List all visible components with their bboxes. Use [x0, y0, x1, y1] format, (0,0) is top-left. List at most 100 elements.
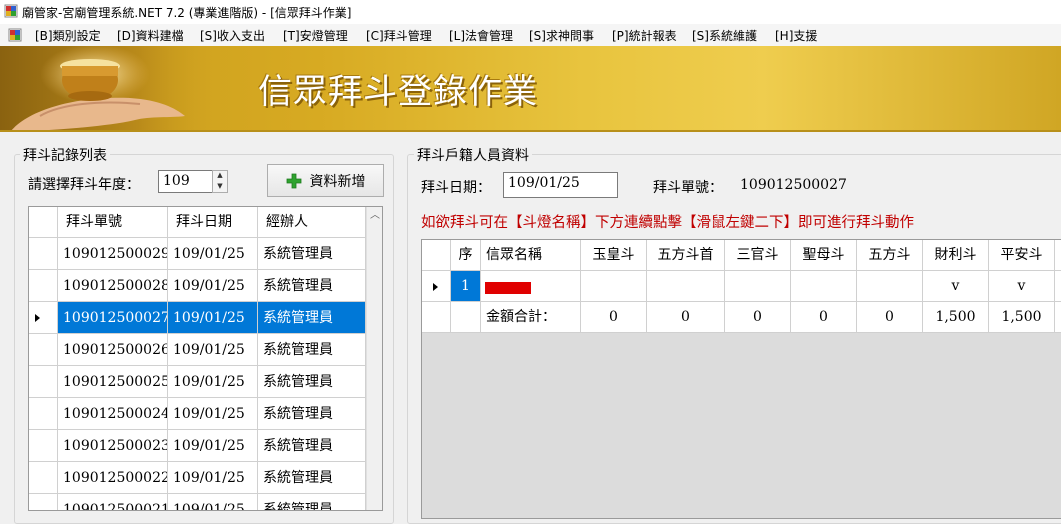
member-name-cell[interactable] [481, 271, 581, 302]
table-cell-handler[interactable]: 系統管理員 [258, 270, 366, 302]
current-row-arrow-icon [35, 314, 40, 322]
table-cell-order-no[interactable]: 109012500022 [58, 462, 168, 494]
menu-system-maintenance[interactable]: [S]系統維護 [692, 27, 757, 44]
table-cell-order-no[interactable]: 109012500029 [58, 238, 168, 270]
current-row-arrow-icon [433, 283, 438, 291]
table-cell-order-no[interactable]: 109012500021 [58, 494, 168, 510]
scroll-up-icon[interactable]: ︿ [367, 207, 382, 224]
vertical-scrollbar[interactable]: ︿ [366, 207, 382, 510]
menu-ceremony-management[interactable]: [L]法會管理 [449, 27, 513, 44]
table-row-header[interactable] [29, 430, 58, 462]
table-cell-date[interactable]: 109/01/25 [168, 334, 258, 366]
mark-cell-pingan[interactable]: v [989, 271, 1055, 302]
menu-data-entry[interactable]: [D]資料建檔 [117, 27, 184, 44]
mark-cell-wufang[interactable] [857, 271, 923, 302]
table-cell-order-no[interactable]: 109012500024 [58, 398, 168, 430]
table-cell-handler[interactable]: 系統管理員 [258, 430, 366, 462]
menu-income-expense[interactable]: [S]收入支出 [200, 27, 265, 44]
mdi-icon[interactable] [8, 28, 22, 42]
table-cell-handler[interactable]: 系統管理員 [258, 494, 366, 510]
table-cell-date[interactable]: 109/01/25 [168, 398, 258, 430]
menu-dou-management[interactable]: [C]拜斗管理 [366, 27, 432, 44]
stepper-down-icon[interactable]: ▼ [213, 182, 227, 193]
total-wufang-head: 0 [647, 302, 725, 333]
table-cell-handler[interactable]: 系統管理員 [258, 366, 366, 398]
seq-cell[interactable]: 1 [451, 271, 481, 302]
table-cell-order-no[interactable]: 109012500023 [58, 430, 168, 462]
table-row-header[interactable] [29, 270, 58, 302]
column-header-overflow [1055, 240, 1061, 271]
table-cell-order-no[interactable]: 109012500027 [58, 302, 168, 334]
mark-cell-sanguan[interactable] [725, 271, 791, 302]
column-header-date[interactable]: 拜斗日期 [168, 207, 258, 238]
row-header-corner [422, 240, 451, 271]
header-banner: 信眾拜斗登錄作業 [0, 46, 1061, 132]
column-header-wufang-head[interactable]: 五方斗首 [647, 240, 725, 271]
table-cell-order-no[interactable]: 109012500028 [58, 270, 168, 302]
mark-cell-yuhuang[interactable] [581, 271, 647, 302]
table-cell-handler[interactable]: 系統管理員 [258, 462, 366, 494]
menu-lamp-management[interactable]: [T]安燈管理 [283, 27, 348, 44]
table-cell-order-no[interactable]: 109012500026 [58, 334, 168, 366]
column-header-member-name[interactable]: 信眾名稱 [481, 240, 581, 271]
menu-divination[interactable]: [S]求神問事 [529, 27, 594, 44]
offering-photo [0, 46, 230, 130]
table-cell-date[interactable]: 109/01/25 [168, 302, 258, 334]
column-header-order-no[interactable]: 拜斗單號 [58, 207, 168, 238]
table-cell-date[interactable]: 109/01/25 [168, 238, 258, 270]
table-cell-date[interactable]: 109/01/25 [168, 462, 258, 494]
column-header-yuhuang[interactable]: 玉皇斗 [581, 240, 647, 271]
table-row-header[interactable] [29, 334, 58, 366]
column-header-sanguan[interactable]: 三官斗 [725, 240, 791, 271]
table-cell-order-no[interactable]: 109012500025 [58, 366, 168, 398]
column-header-shengmu[interactable]: 聖母斗 [791, 240, 857, 271]
menu-support[interactable]: [H]支援 [775, 27, 817, 44]
column-header-seq[interactable]: 序 [451, 240, 481, 271]
mark-cell-caili[interactable]: v [923, 271, 989, 302]
row-header-current[interactable] [422, 271, 451, 302]
total-shengmu: 0 [791, 302, 857, 333]
table-row-header[interactable] [29, 366, 58, 398]
total-seq-cell [451, 302, 481, 333]
order-no-value: 109012500027 [740, 177, 847, 193]
year-stepper[interactable]: ▲ ▼ [212, 170, 228, 193]
table-row-header[interactable] [29, 494, 58, 510]
year-input[interactable]: 109 [158, 170, 212, 193]
dou-table: 序 信眾名稱 玉皇斗 五方斗首 三官斗 聖母斗 五方斗 財利斗 平安斗 1 v … [421, 239, 1061, 519]
stepper-up-icon[interactable]: ▲ [213, 171, 227, 182]
table-cell-date[interactable]: 109/01/25 [168, 494, 258, 510]
total-pingan: 1,500 [989, 302, 1055, 333]
table-cell-handler[interactable]: 系統管理員 [258, 398, 366, 430]
total-overflow-cell [1055, 302, 1061, 333]
table-row-header[interactable] [29, 462, 58, 494]
menu-reports[interactable]: [P]統計報表 [612, 27, 677, 44]
table-row-header[interactable] [29, 398, 58, 430]
member-data-title: 拜斗戶籍人員資料 [414, 145, 532, 165]
table-cell-date[interactable]: 109/01/25 [168, 366, 258, 398]
column-header-caili[interactable]: 財利斗 [923, 240, 989, 271]
table-cell-handler[interactable]: 系統管理員 [258, 238, 366, 270]
table-cell-date[interactable]: 109/01/25 [168, 430, 258, 462]
menu-category-settings[interactable]: [B]類別設定 [35, 27, 101, 44]
table-row-header[interactable] [29, 302, 58, 334]
record-table: 拜斗單號 拜斗日期 經辦人 109012500029 109/01/25 系統管理員… [28, 206, 383, 511]
table-cell-date[interactable]: 109/01/25 [168, 270, 258, 302]
table-cell-handler[interactable]: 系統管理員 [258, 302, 366, 334]
table-row-header[interactable] [29, 238, 58, 270]
column-header-handler[interactable]: 經辦人 [258, 207, 366, 238]
column-header-wufang[interactable]: 五方斗 [857, 240, 923, 271]
date-label: 拜斗日期： [421, 180, 491, 196]
add-record-label: 資料新增 [309, 173, 366, 190]
add-record-button[interactable]: 資料新增 [267, 164, 384, 197]
date-input[interactable]: 109/01/25 [503, 172, 618, 198]
mark-cell-shengmu[interactable] [791, 271, 857, 302]
year-label: 請選擇拜斗年度： [28, 177, 140, 193]
column-header-pingan[interactable]: 平安斗 [989, 240, 1055, 271]
record-list-title: 拜斗記錄列表 [20, 145, 110, 165]
row-header-total[interactable] [422, 302, 451, 333]
overflow-cell [1055, 271, 1061, 302]
instruction-note: 如欲拜斗可在【斗燈名稱】下方連續點擊【滑鼠左鍵二下】即可進行拜斗動作 [421, 215, 914, 231]
banner-title: 信眾拜斗登錄作業 [258, 72, 538, 112]
table-cell-handler[interactable]: 系統管理員 [258, 334, 366, 366]
mark-cell-wufang-head[interactable] [647, 271, 725, 302]
